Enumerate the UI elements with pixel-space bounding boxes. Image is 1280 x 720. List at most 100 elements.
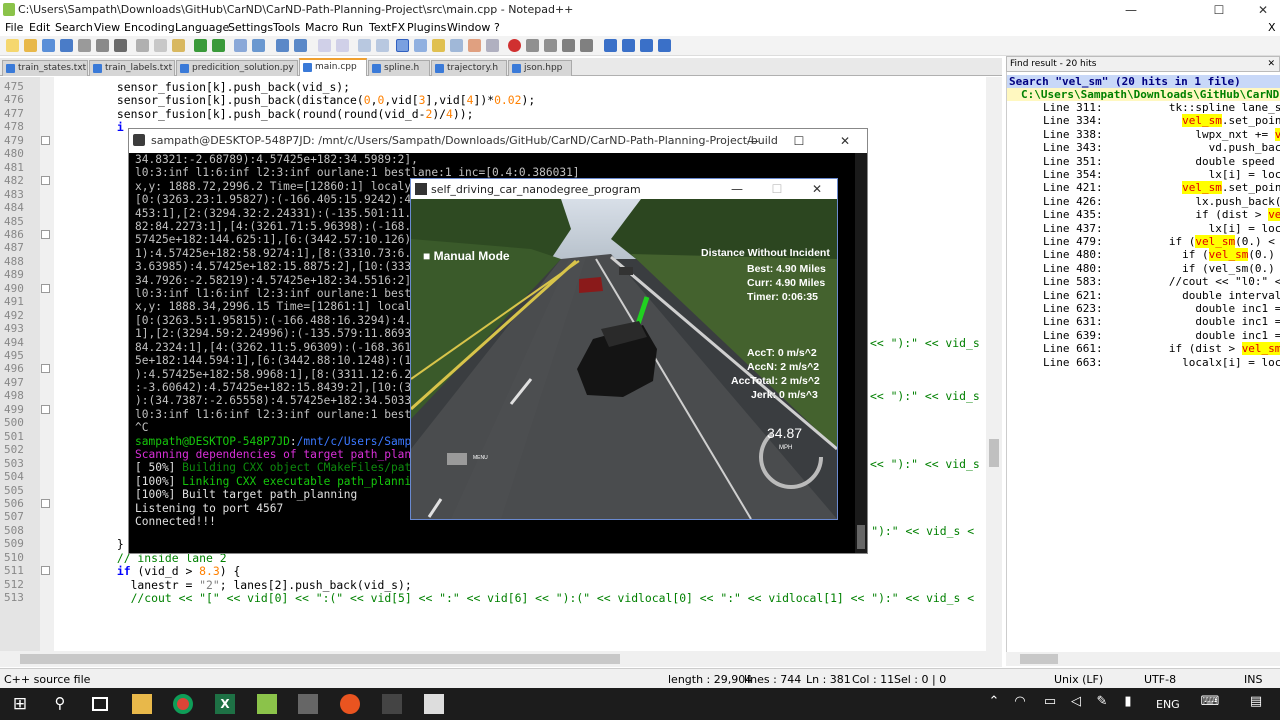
find-hit-row[interactable]: Line 421: vel_sm.set_points [1043, 181, 1280, 195]
tab-train-states[interactable]: train_states.txt [2, 60, 88, 76]
code-line[interactable]: lanestr = "2"; lanes[2].push_back(vid_s)… [62, 578, 412, 592]
scroll-thumb[interactable] [20, 654, 620, 664]
task-view-icon[interactable] [92, 697, 108, 711]
chevron-up-icon[interactable]: ⌃ [984, 694, 1004, 714]
save-macro-icon[interactable] [580, 39, 593, 52]
menu-plugins[interactable]: Plugins [407, 21, 446, 34]
network-icon[interactable]: ▭ [1040, 694, 1060, 714]
find-hit-row[interactable]: Line 623: double inc1 = [1043, 302, 1280, 315]
ubuntu-icon[interactable] [340, 694, 360, 714]
simulator-window[interactable]: self_driving_car_nanodegree_program — ☐ … [410, 178, 838, 520]
notification-icon[interactable]: ▤ [1246, 694, 1266, 714]
find-hit-row[interactable]: Line 479: if (vel_sm(0.) < c [1043, 235, 1280, 248]
find-hit-row[interactable]: Line 639: double inc1 = [1043, 329, 1280, 342]
run-macro-multiple-icon[interactable] [562, 39, 575, 52]
function-list-icon[interactable] [432, 39, 445, 52]
menu-view[interactable]: View [94, 21, 120, 34]
code-line-tail[interactable]: << "):" << vid_s < [870, 336, 993, 350]
menu-file[interactable]: File [5, 21, 23, 34]
terminal-close-button[interactable]: ✕ [825, 131, 865, 151]
sim-minimize-button[interactable]: — [717, 179, 757, 199]
menu-edit[interactable]: Edit [29, 21, 50, 34]
code-line[interactable]: //cout << "[" << vid[0] << ":(" << vid[5… [62, 591, 975, 605]
excel-icon[interactable]: X [215, 694, 235, 714]
textfx-a-icon[interactable] [604, 39, 617, 52]
code-line-tail[interactable]: << "):" << vid_s < [870, 389, 993, 403]
print-icon[interactable] [114, 39, 127, 52]
new-file-icon[interactable] [6, 39, 19, 52]
fold-toggle-icon[interactable] [41, 498, 50, 508]
menu-textfx[interactable]: TextFX [369, 21, 405, 34]
close-file-icon[interactable] [78, 39, 91, 52]
keyboard-icon[interactable]: ⌨ [1200, 694, 1220, 714]
record-macro-icon[interactable] [508, 39, 521, 52]
doc-map-icon[interactable] [414, 39, 427, 52]
terminal-title-bar[interactable]: sampath@DESKTOP-548P7JD: /mnt/c/Users/Sa… [129, 129, 867, 153]
input-language[interactable]: ENG [1156, 698, 1180, 711]
fold-toggle-icon[interactable] [41, 364, 50, 374]
fold-toggle-icon[interactable] [41, 135, 50, 145]
notepad-icon[interactable] [298, 694, 318, 714]
cut-icon[interactable] [136, 39, 149, 52]
save-icon[interactable] [42, 39, 55, 52]
find-hit-row[interactable]: Line 311: tk::spline lane_sm, [1043, 101, 1280, 114]
code-line[interactable]: sensor_fusion[k].push_back(round(round(v… [62, 107, 474, 121]
terminal-scrollbar[interactable] [855, 153, 867, 553]
find-hit-row[interactable]: Line 663: localx[i] = loc [1043, 356, 1280, 369]
search-file-path[interactable]: C:\Users\Sampath\Downloads\GitHub\CarND\… [1021, 88, 1280, 101]
terminal-minimize-button[interactable]: — [733, 131, 773, 151]
code-line[interactable]: if (vid_d > 8.3) { [62, 564, 240, 578]
unity-taskbar-icon[interactable] [382, 694, 402, 714]
scroll-thumb[interactable] [989, 439, 999, 467]
menu-window[interactable]: Window [447, 21, 490, 34]
menu-encoding[interactable]: Encoding [124, 21, 175, 34]
terminal-maximize-button[interactable]: ☐ [779, 131, 819, 151]
redo-icon[interactable] [212, 39, 225, 52]
all-chars-icon[interactable] [376, 39, 389, 52]
chrome-icon[interactable] [173, 694, 193, 714]
sync-h-icon[interactable] [336, 39, 349, 52]
open-file-icon[interactable] [24, 39, 37, 52]
sync-v-icon[interactable] [318, 39, 331, 52]
editor-horizontal-scrollbar[interactable] [0, 651, 1002, 667]
search-icon[interactable]: ⚲ [50, 694, 70, 714]
save-all-icon[interactable] [60, 39, 73, 52]
monitor-icon[interactable] [468, 39, 481, 52]
up-arrow-icon[interactable] [622, 39, 635, 52]
minimize-button[interactable]: — [1108, 0, 1154, 20]
code-line[interactable]: sensor_fusion[k].push_back(distance(0,0,… [62, 93, 535, 107]
notepadpp-taskbar-icon[interactable] [257, 694, 277, 714]
tab-main-cpp[interactable]: main.cpp [299, 58, 367, 76]
battery-icon[interactable]: ▮ [1118, 694, 1138, 714]
menu-settings[interactable]: Settings [228, 21, 273, 34]
code-line[interactable]: i [62, 120, 124, 134]
code-line[interactable]: } [62, 537, 124, 551]
find-hit-row[interactable]: Line 338: lwpx_nxt += vel_ [1043, 127, 1280, 141]
undo-icon[interactable] [194, 39, 207, 52]
code-line-tail[interactable]: << "):" << vid_s < [870, 457, 993, 471]
tab-train-labels[interactable]: train_labels.txt [89, 60, 175, 76]
eye-icon[interactable] [486, 39, 499, 52]
find-icon[interactable] [234, 39, 247, 52]
simulator-title-bar[interactable]: self_driving_car_nanodegree_program — ☐ … [411, 179, 837, 199]
fold-toggle-icon[interactable] [41, 176, 50, 186]
tab-json-hpp[interactable]: json.hpp [508, 60, 572, 76]
menu-language[interactable]: Language [175, 21, 229, 34]
find-hit-row[interactable]: Line 480: if (vel_sm(0.) - [1043, 248, 1280, 262]
folder-workspace-icon[interactable] [450, 39, 463, 52]
find-hit-row[interactable]: Line 437: lx[i] = localx [1043, 222, 1280, 235]
play-macro-icon[interactable] [544, 39, 557, 52]
menu-tools[interactable]: Tools [273, 21, 300, 34]
menu-macro[interactable]: Macro [305, 21, 338, 34]
tab-trajectory-h[interactable]: trajectory.h [431, 60, 507, 76]
zoom-out-icon[interactable] [294, 39, 307, 52]
pen-icon[interactable]: ✎ [1092, 694, 1112, 714]
down-arrow-icon[interactable] [640, 39, 653, 52]
menu-button[interactable]: MENU [473, 455, 488, 461]
menu-run[interactable]: Run [342, 21, 363, 34]
find-hit-row[interactable]: Line 631: double inc1 = [1043, 315, 1280, 328]
indent-guide-icon[interactable] [396, 39, 409, 52]
find-hit-row[interactable]: Line 621: double interval [1043, 289, 1280, 302]
menu-close-doc[interactable]: X [1268, 21, 1276, 34]
find-hit-row[interactable]: Line 661: if (dist > vel_sm [1043, 342, 1280, 356]
